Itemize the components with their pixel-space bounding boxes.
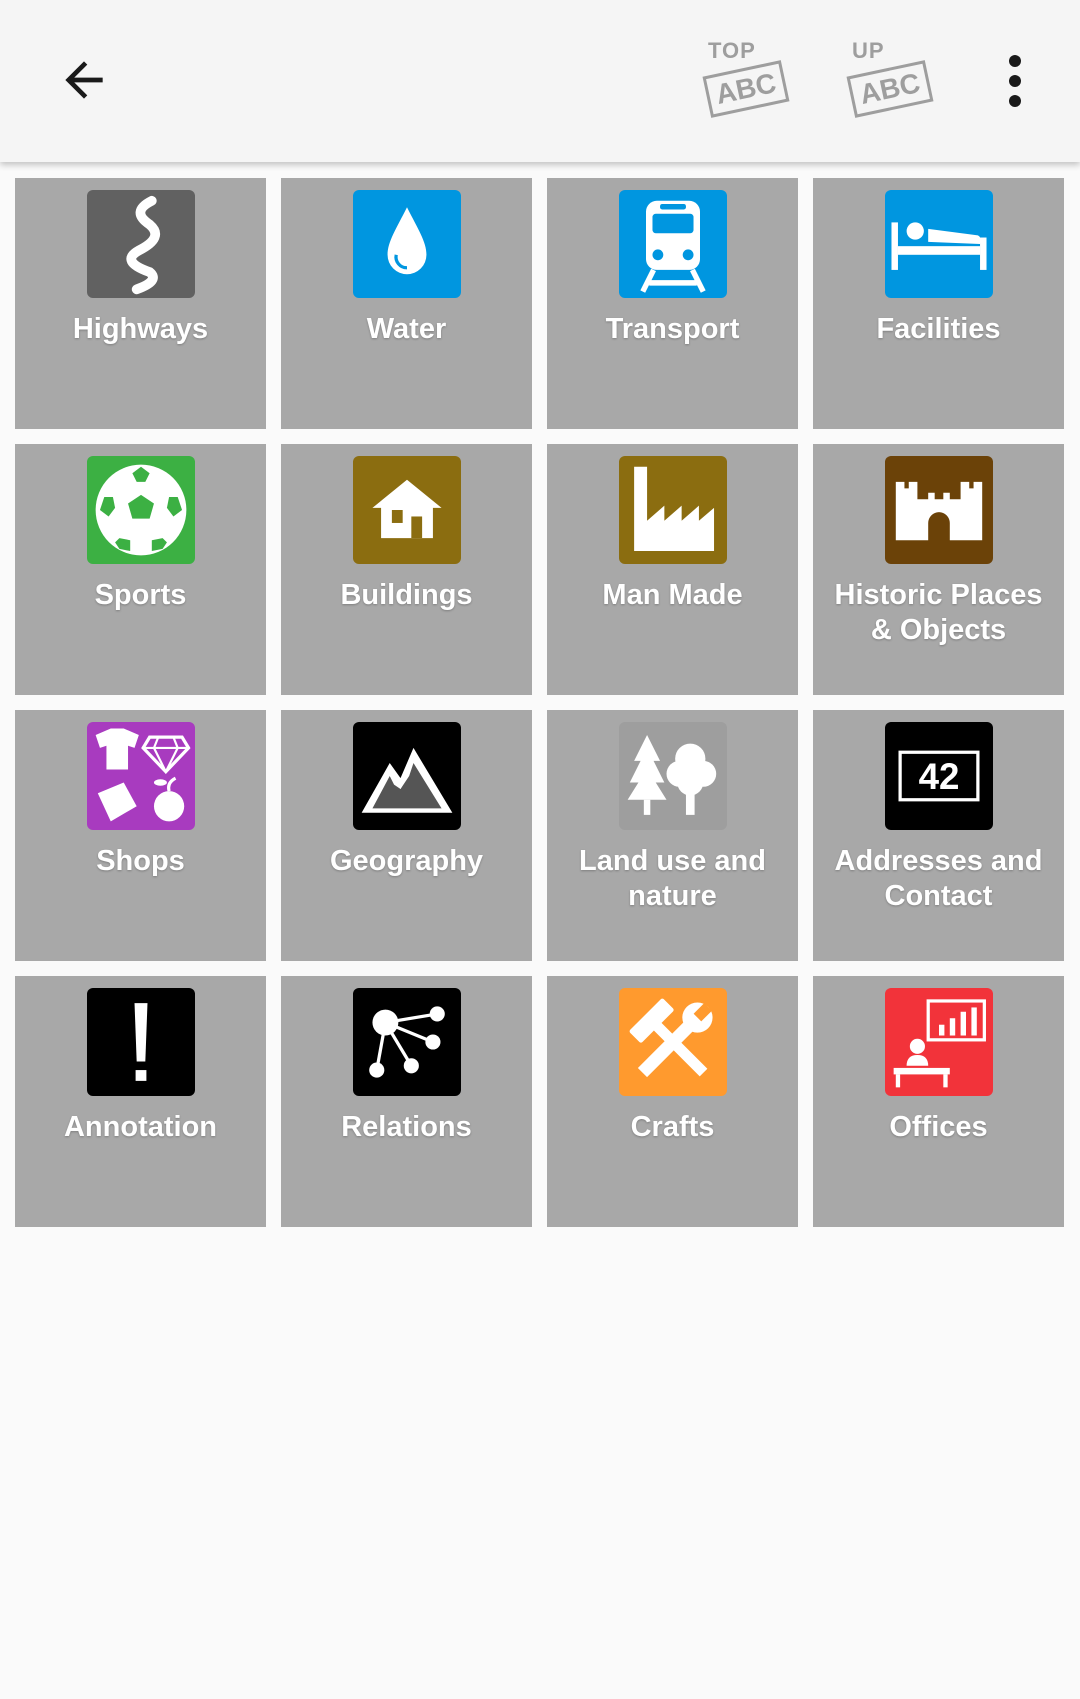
category-label: Crafts xyxy=(630,1111,715,1143)
factory-icon xyxy=(618,456,727,564)
sort-up-abc-button[interactable]: UP ABC xyxy=(844,34,944,124)
category-tile-crafts[interactable]: Crafts xyxy=(547,976,798,1227)
category-label: Land use and nature xyxy=(579,845,766,912)
more-options-button[interactable] xyxy=(985,48,1045,114)
more-vert-icon-dot xyxy=(1009,75,1021,87)
category-tile-facilities[interactable]: Facilities xyxy=(813,178,1064,429)
exclamation-icon xyxy=(86,988,195,1096)
sort-top-label: TOP xyxy=(708,38,756,63)
hammer-wrench-icon xyxy=(618,988,727,1096)
category-tile-offices[interactable]: Offices xyxy=(813,976,1064,1227)
category-label: Water xyxy=(366,313,447,345)
more-vert-icon-dot xyxy=(1009,95,1021,107)
mountain-icon xyxy=(352,722,461,830)
sort-up-abc-text: ABC xyxy=(846,60,934,118)
category-label: Buildings xyxy=(340,579,473,611)
category-tile-geography[interactable]: Geography xyxy=(281,710,532,961)
category-tile-landuse[interactable]: Land use and nature xyxy=(547,710,798,961)
category-tile-sports[interactable]: Sports xyxy=(15,444,266,695)
category-tile-transport[interactable]: Transport xyxy=(547,178,798,429)
trees-icon xyxy=(618,722,727,830)
arrow-left-icon xyxy=(65,61,103,99)
highway-road-icon xyxy=(86,190,195,298)
category-label: Highways xyxy=(72,313,209,345)
category-tile-historic[interactable]: Historic Places & Objects xyxy=(813,444,1064,695)
bed-icon xyxy=(884,190,993,298)
office-chart-icon xyxy=(884,988,993,1096)
category-label: Facilities xyxy=(876,313,1001,345)
category-label: Transport xyxy=(605,313,740,345)
network-icon xyxy=(352,988,461,1096)
category-tile-shops[interactable]: Shops xyxy=(15,710,266,961)
soccer-ball-icon xyxy=(86,456,195,564)
category-tile-relations[interactable]: Relations xyxy=(281,976,532,1227)
category-tile-water[interactable]: Water xyxy=(281,178,532,429)
category-label: Relations xyxy=(341,1111,472,1143)
category-label: Geography xyxy=(329,845,484,877)
water-drop-icon xyxy=(352,190,461,298)
category-tile-highways[interactable]: Highways xyxy=(15,178,266,429)
category-tile-annotation[interactable]: Annotation xyxy=(15,976,266,1227)
category-label: Offices xyxy=(889,1111,988,1143)
category-label: Annotation xyxy=(63,1111,217,1143)
category-label: Addresses and Contact xyxy=(834,845,1043,912)
more-vert-icon-dot xyxy=(1009,55,1021,67)
castle-icon xyxy=(884,456,993,564)
category-tile-man-made[interactable]: Man Made xyxy=(547,444,798,695)
category-tile-buildings[interactable]: Buildings xyxy=(281,444,532,695)
sort-top-abc-button[interactable]: TOP ABC xyxy=(700,34,800,124)
category-grid: Highways Water Transport Facilities Spor… xyxy=(15,178,1064,1227)
house-number-text: 42 xyxy=(918,756,959,797)
category-label: Historic Places & Objects xyxy=(834,579,1043,646)
house-icon xyxy=(352,456,461,564)
category-label: Shops xyxy=(96,845,185,877)
category-label: Man Made xyxy=(602,579,743,611)
back-button[interactable] xyxy=(44,40,124,120)
shopping-icon xyxy=(86,722,195,830)
train-icon xyxy=(618,190,727,298)
top-app-bar: TOP ABC UP ABC xyxy=(0,0,1080,162)
category-label: Sports xyxy=(94,579,187,611)
house-number-icon: 42 xyxy=(884,722,993,830)
category-tile-addresses[interactable]: 42 Addresses and Contact xyxy=(813,710,1064,961)
sort-up-label: UP xyxy=(852,38,885,63)
sort-top-abc-text: ABC xyxy=(702,60,790,118)
